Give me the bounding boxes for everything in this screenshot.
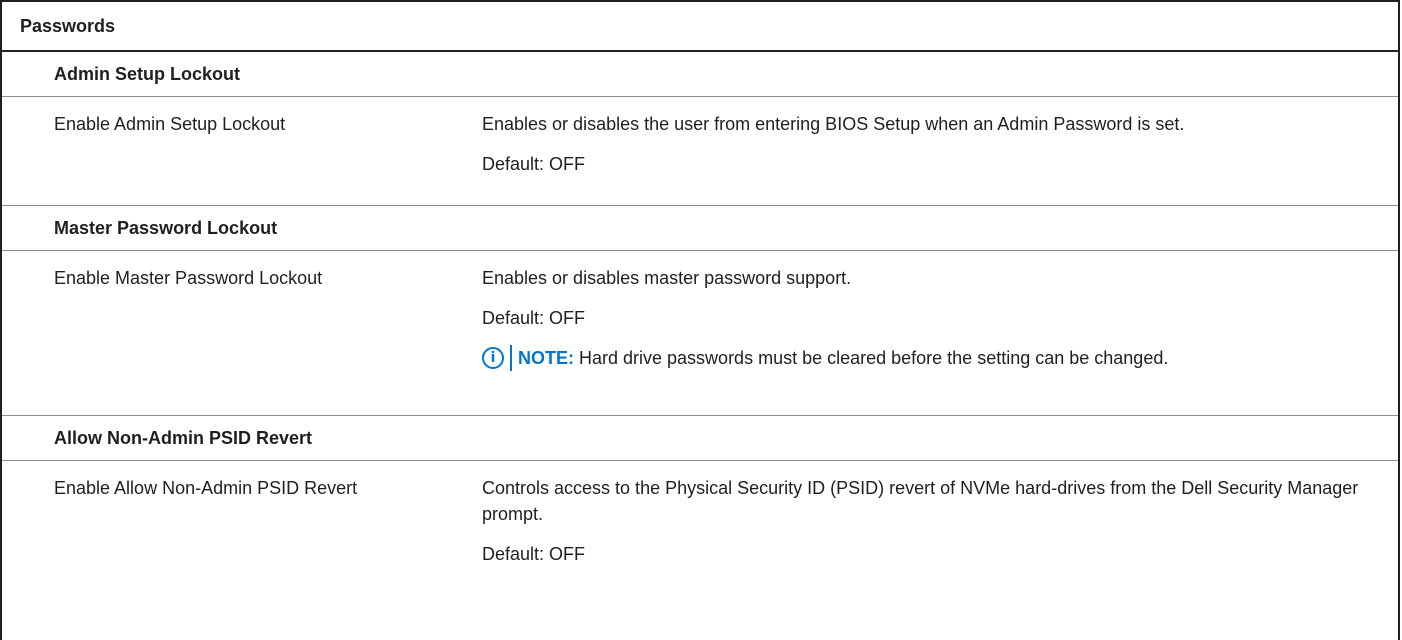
section-heading-label: Allow Non-Admin PSID Revert — [54, 427, 313, 448]
note-label: NOTE: — [518, 348, 574, 368]
option-default: Default: OFF — [482, 308, 586, 328]
option-description-cell: Enables or disables master password supp… — [482, 251, 1398, 415]
note-text: Hard drive passwords must be cleared bef… — [574, 348, 1169, 368]
passwords-table: Passwords Admin Setup Lockout Enable Adm… — [0, 0, 1400, 640]
option-name: Enable Master Password Lockout — [54, 268, 323, 288]
section-heading-label: Master Password Lockout — [54, 217, 278, 238]
note-box: i NOTE: Hard drive passwords must be cle… — [482, 345, 1384, 371]
option-default: Default: OFF — [482, 154, 586, 174]
section-heading-allow-non-admin-psid-revert: Allow Non-Admin PSID Revert — [2, 416, 1398, 461]
option-description: Enables or disables master password supp… — [482, 268, 852, 288]
option-description-cell: Controls access to the Physical Security… — [482, 461, 1398, 601]
table-title: Passwords — [20, 15, 116, 36]
table-header: Passwords — [2, 2, 1398, 52]
option-name: Enable Admin Setup Lockout — [54, 114, 286, 134]
section-heading-admin-setup-lockout: Admin Setup Lockout — [2, 52, 1398, 97]
note-body: NOTE: Hard drive passwords must be clear… — [510, 345, 1168, 371]
option-description: Enables or disables the user from enteri… — [482, 114, 1185, 134]
table-row: Enable Master Password Lockout Enables o… — [2, 251, 1398, 416]
table-row: Enable Allow Non-Admin PSID Revert Contr… — [2, 461, 1398, 601]
info-icon: i — [482, 347, 504, 369]
option-name: Enable Allow Non-Admin PSID Revert — [54, 478, 358, 498]
section-heading-master-password-lockout: Master Password Lockout — [2, 206, 1398, 251]
option-description: Controls access to the Physical Security… — [482, 478, 1359, 524]
option-default: Default: OFF — [482, 544, 586, 564]
option-description-cell: Enables or disables the user from enteri… — [482, 97, 1398, 205]
section-heading-label: Admin Setup Lockout — [54, 63, 240, 84]
table-row: Enable Admin Setup Lockout Enables or di… — [2, 97, 1398, 206]
